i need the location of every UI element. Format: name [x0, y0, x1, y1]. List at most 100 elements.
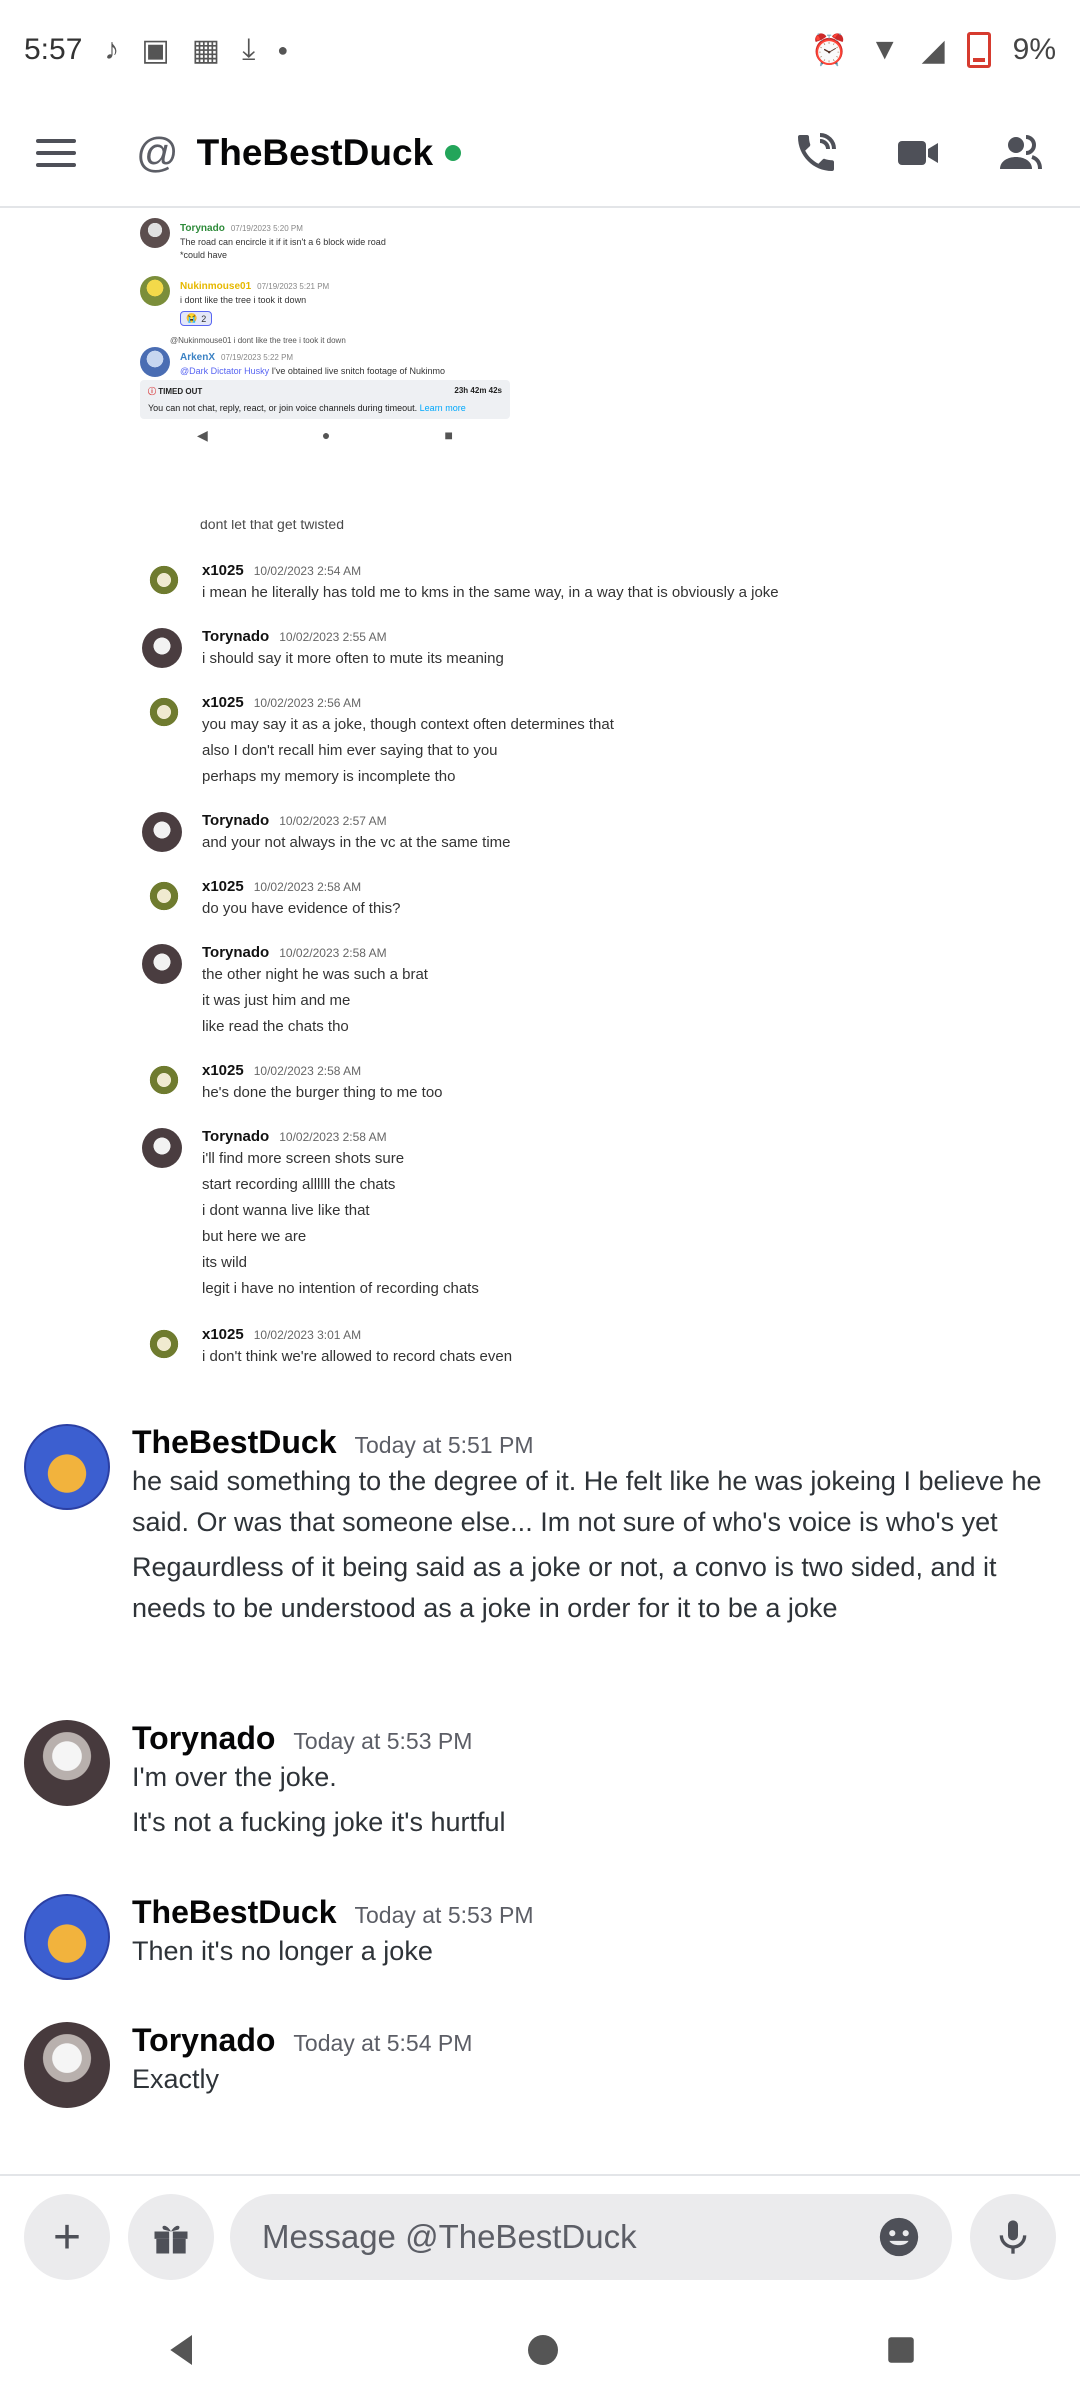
- menu-icon[interactable]: [36, 139, 76, 167]
- message[interactable]: Torynado Today at 5:54 PM Exactly: [24, 2022, 1054, 2108]
- message-line: The road can encircle it if it isn't a 6…: [180, 237, 386, 247]
- message[interactable]: TheBestDuck Today at 5:51 PM he said somet…: [24, 1424, 1054, 1629]
- avatar: [142, 944, 182, 984]
- avatar: [142, 878, 182, 918]
- message-line: I've obtained live snitch footage of Nuk…: [271, 366, 445, 376]
- message[interactable]: Torynado Today at 5:53 PM I'm over the jok…: [24, 1720, 1054, 1843]
- message-text: he said something to the degree of it. H…: [132, 1466, 1042, 1537]
- author-name: x1025: [202, 1326, 244, 1343]
- message-line: i should say it more often to mute its m…: [202, 650, 504, 667]
- wifi-icon: ▼: [869, 33, 900, 66]
- timestamp: 10/02/2023 2:56 AM: [253, 696, 362, 710]
- message-input-container: [230, 2194, 952, 2280]
- voice-message-button[interactable]: [970, 2194, 1056, 2280]
- timestamp: 10/02/2023 2:58 AM: [279, 946, 387, 960]
- add-attachment-button[interactable]: +: [24, 2194, 110, 2280]
- author-name: Nukinmouse01: [180, 281, 252, 292]
- grid-app-icon: ▦: [191, 33, 221, 67]
- dm-title[interactable]: TheBestDuck: [197, 132, 433, 174]
- avatar: [142, 694, 182, 734]
- author-name[interactable]: Torynado: [132, 2022, 275, 2058]
- message-line: do you have evidence of this?: [202, 900, 401, 917]
- alarm-icon: ⏰: [810, 33, 848, 67]
- timeout-body: You can not chat, reply, react, or join …: [148, 403, 418, 413]
- online-status-icon: [445, 145, 462, 161]
- chat-log-message: x1025 10/02/2023 2:58 AM do you have evide…: [142, 878, 842, 922]
- timestamp: 10/02/2023 2:58 AM: [253, 880, 362, 894]
- at-icon: @: [136, 129, 179, 176]
- author-name[interactable]: TheBestDuck: [132, 1894, 337, 1930]
- voice-call-icon[interactable]: [792, 129, 840, 177]
- timestamp: 10/02/2023 2:57 AM: [279, 814, 387, 828]
- cut-off-line: dont let that get twisted: [200, 520, 344, 532]
- battery-icon: [966, 32, 991, 68]
- avatar: [140, 276, 170, 306]
- emoji-icon[interactable]: [876, 2214, 922, 2260]
- learn-more-link: Learn more: [419, 403, 466, 413]
- dot-icon: ●: [277, 39, 289, 60]
- message-line: and your not always in the vc at the sam…: [202, 834, 511, 851]
- chat-log-message: x1025 10/02/2023 2:54 AM i mean he literal…: [142, 562, 842, 606]
- message-input[interactable]: [260, 2217, 876, 2257]
- author-name: Torynado: [202, 628, 270, 645]
- mention: @Dark Dictator Husky: [180, 366, 270, 376]
- embedded-nav-bar: ◀ ● ■: [140, 427, 510, 444]
- author-name[interactable]: Torynado: [132, 1720, 275, 1756]
- avatar[interactable]: [24, 2022, 110, 2108]
- gift-icon: [154, 2225, 188, 2254]
- home-icon[interactable]: [525, 2332, 561, 2368]
- back-icon[interactable]: [162, 2330, 202, 2370]
- timestamp: 10/02/2023 2:54 AM: [253, 564, 362, 578]
- message-text: Regaurdless of it being said as a joke o…: [132, 1552, 997, 1623]
- message[interactable]: TheBestDuck Today at 5:53 PM Then it's no …: [24, 1894, 1054, 1980]
- timestamp: Today at 5:53 PM: [293, 1728, 473, 1754]
- message-line: but here we are: [202, 1228, 307, 1245]
- message-text: I'm over the joke.: [132, 1762, 337, 1792]
- embedded-message: Nukinmouse01 07/19/2023 5:21 PM i dont li…: [140, 276, 510, 326]
- status-time: 5:57: [24, 33, 83, 66]
- message-line: start recording allllll the chats: [202, 1176, 396, 1193]
- avatar: [142, 1128, 182, 1168]
- message-line: like read the chats tho: [202, 1018, 349, 1035]
- avatar[interactable]: [24, 1894, 110, 1980]
- gift-button[interactable]: [128, 2194, 214, 2280]
- calendar-icon: ▣: [141, 33, 170, 67]
- timeout-banner: ⓘ TIMED OUT 23h 42m 42s You can not chat,…: [140, 380, 510, 419]
- timestamp: 10/02/2023 2:58 AM: [253, 1064, 362, 1078]
- download-icon: ⤓: [242, 33, 256, 66]
- recents-icon[interactable]: [884, 2333, 918, 2367]
- avatar[interactable]: [24, 1424, 110, 1510]
- timestamp: Today at 5:53 PM: [354, 1902, 534, 1928]
- author-name: x1025: [202, 1062, 244, 1079]
- battery-level: 9%: [1012, 33, 1056, 66]
- embedded-message: ArkenX 07/19/2023 5:22 PM @Dark Dictator …: [140, 347, 510, 378]
- timestamp: 07/19/2023 5:21 PM: [257, 282, 330, 291]
- avatar: [142, 628, 182, 668]
- avatar: [140, 347, 170, 377]
- back-icon: ◀: [197, 427, 208, 443]
- avatar[interactable]: [24, 1720, 110, 1806]
- author-name: x1025: [202, 878, 244, 895]
- avatar: [140, 218, 170, 248]
- video-call-icon[interactable]: [894, 129, 942, 177]
- message-text: Then it's no longer a joke: [132, 1936, 433, 1966]
- tiktok-icon: ♪: [104, 33, 120, 66]
- microphone-icon: [999, 2220, 1027, 2254]
- timestamp: Today at 5:54 PM: [293, 2030, 473, 2056]
- message-line: you may say it as a joke, though context…: [202, 716, 614, 733]
- chat-log-message: x1025 10/02/2023 2:56 AM you may say it as…: [142, 694, 842, 790]
- reply-preview: @Nukinmouse01 i dont like the tree i too…: [170, 336, 346, 345]
- chat-log-message: Torynado 10/02/2023 2:58 AM i'll find more…: [142, 1128, 842, 1302]
- attached-screenshot[interactable]: Torynado 07/19/2023 5:20 PM The road can …: [140, 208, 510, 498]
- message-line: i dont wanna live like that: [202, 1202, 370, 1219]
- author-name: Torynado: [202, 812, 270, 829]
- author-name[interactable]: TheBestDuck: [132, 1424, 337, 1460]
- timestamp: 10/02/2023 3:01 AM: [253, 1328, 362, 1342]
- recents-icon: ■: [444, 427, 453, 443]
- chat-log-message: Torynado 10/02/2023 2:58 AM the other nigh…: [142, 944, 842, 1040]
- message-line: he's done the burger thing to me too: [202, 1084, 443, 1101]
- message-text: It's not a fucking joke it's hurtful: [132, 1807, 506, 1837]
- members-icon[interactable]: [996, 129, 1044, 177]
- home-icon: ●: [321, 427, 331, 443]
- signal-icon: ◢: [921, 33, 945, 67]
